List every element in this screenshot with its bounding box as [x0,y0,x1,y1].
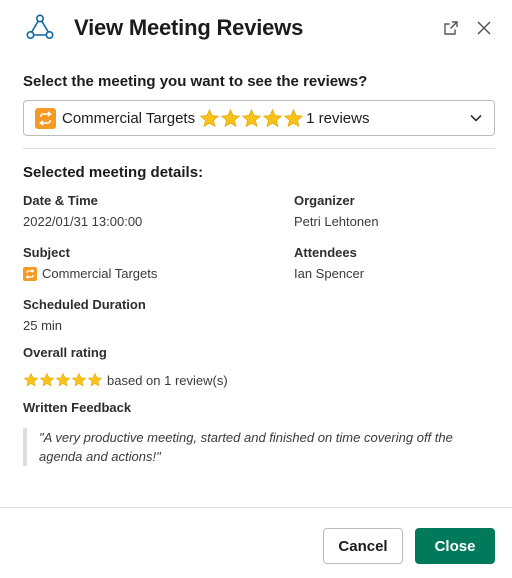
star-icon [23,372,39,387]
attendees-value: Ian Spencer [294,266,365,281]
overall-rating-row: based on 1 review(s) [23,372,228,388]
attendees-label: Attendees [294,245,357,260]
section-divider [23,148,495,149]
repeat-emoji-icon [35,107,56,129]
date-time-label: Date & Time [23,193,98,208]
written-feedback-label: Written Feedback [23,400,132,415]
star-icon [55,372,71,387]
selected-review-count: 1 reviews [306,109,370,127]
star-icon [200,108,220,127]
overall-rating-text: based on 1 review(s) [107,372,228,388]
close-icon[interactable] [474,18,494,38]
close-button[interactable]: Close [415,528,495,564]
footer-divider [0,507,512,508]
organizer-label: Organizer [294,193,355,208]
star-icon [221,108,241,127]
organizer-value: Petri Lehtonen [294,214,379,229]
duration-value: 25 min [23,318,63,333]
dialog-title: View Meeting Reviews [74,15,304,40]
star-icon [242,108,262,127]
details-section-title: Selected meeting details: [23,164,204,181]
overall-rating-label: Overall rating [23,345,107,360]
app-logo-icon [26,14,54,42]
date-time-value: 2022/01/31 13:00:00 [23,214,143,229]
open-external-icon[interactable] [441,18,461,38]
chevron-down-icon [469,111,483,130]
selected-meeting-name: Commercial Targets [62,109,196,127]
star-icon [263,108,283,127]
meeting-select-label: Select the meeting you want to see the r… [23,73,368,90]
repeat-emoji-icon [23,266,37,281]
subject-field: Commercial Targets [23,266,157,281]
star-icon [284,108,304,127]
selected-rating-stars [199,108,304,129]
dialog-header: View Meeting Reviews [0,0,512,58]
star-icon [71,372,87,387]
subject-value: Commercial Targets [42,266,158,281]
star-icon [39,372,55,387]
star-icon [87,372,103,387]
written-feedback-quote: "A very productive meeting, started and … [23,428,495,466]
meeting-select[interactable]: Commercial Targets 1 reviews [23,100,495,136]
dialog-body: Select the meeting you want to see the r… [23,72,495,466]
cancel-button[interactable]: Cancel [323,528,403,564]
subject-label: Subject [23,245,70,260]
overall-rating-stars [23,372,103,388]
duration-label: Scheduled Duration [23,297,146,312]
